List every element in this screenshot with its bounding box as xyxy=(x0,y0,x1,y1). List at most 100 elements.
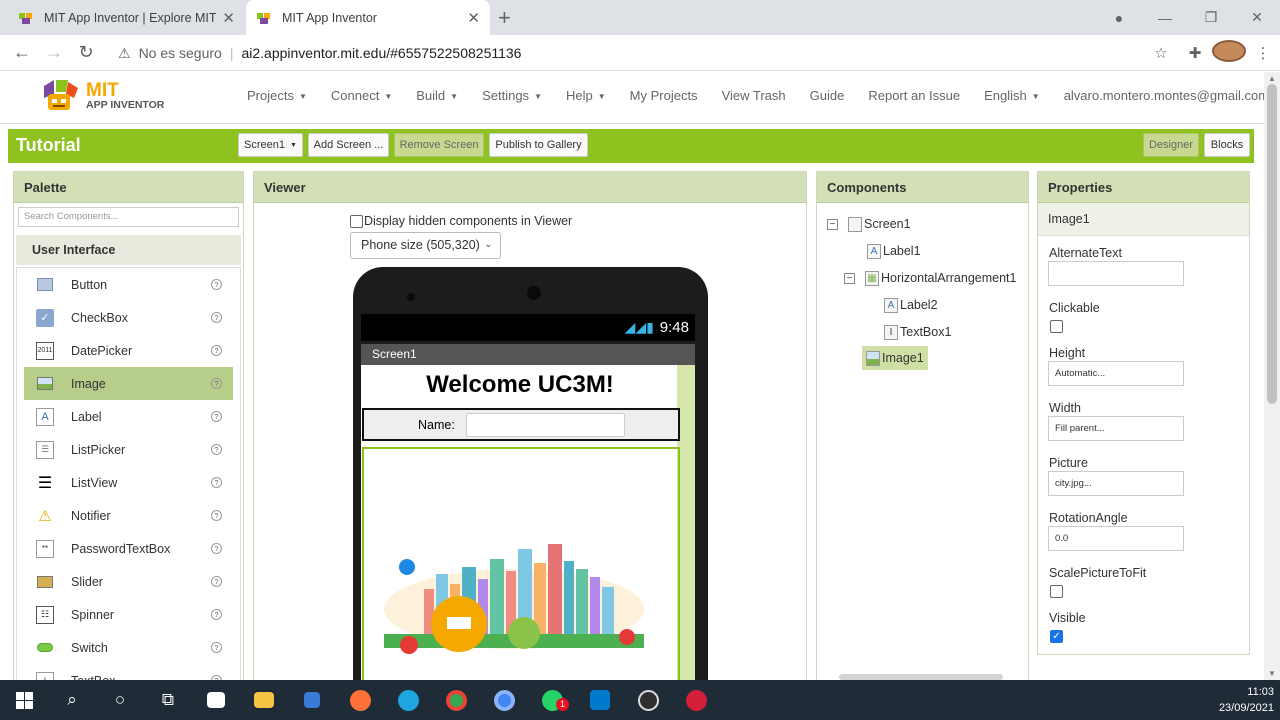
cortana-icon[interactable]: ○ xyxy=(96,680,144,720)
help-icon[interactable]: ? xyxy=(211,543,222,554)
tree-horizontalarrangement1[interactable]: − ▦ HorizontalArrangement1 xyxy=(844,267,1017,289)
palette-item-notifier[interactable]: ⚠ Notifier? xyxy=(24,499,233,532)
store-icon[interactable] xyxy=(192,680,240,720)
palette-item-slider[interactable]: Slider? xyxy=(24,565,233,598)
window-close-icon[interactable]: ✕ xyxy=(1234,9,1280,26)
palette-item-listview[interactable]: ☰ ListView? xyxy=(24,466,233,499)
help-icon[interactable]: ? xyxy=(211,444,222,455)
blocks-button[interactable]: Blocks xyxy=(1204,133,1250,157)
browser-menu-icon[interactable]: ⋮ xyxy=(1246,44,1280,62)
horizontal-arrangement[interactable]: Name: xyxy=(362,408,680,441)
phone-size-select[interactable]: Phone size (505,320) ⌄ xyxy=(350,232,501,259)
menu-build[interactable]: Build ▼ xyxy=(416,88,458,103)
browser-tab-appinventor[interactable]: MIT App Inventor ✕ xyxy=(246,0,490,35)
edge-icon[interactable] xyxy=(384,680,432,720)
palette-item-datepicker[interactable]: 2011 DatePicker? xyxy=(24,334,233,367)
firefox-icon[interactable] xyxy=(336,680,384,720)
obs-icon[interactable] xyxy=(624,680,672,720)
scroll-down-icon[interactable]: ▼ xyxy=(1268,669,1276,678)
scroll-up-icon[interactable]: ▲ xyxy=(1268,74,1276,83)
minimize-icon[interactable]: — xyxy=(1142,10,1188,26)
clickable-checkbox[interactable] xyxy=(1050,320,1063,333)
textbox1[interactable] xyxy=(466,413,625,437)
menu-settings[interactable]: Settings ▼ xyxy=(482,88,542,103)
menu-language[interactable]: English ▼ xyxy=(984,88,1040,103)
avatar[interactable] xyxy=(1212,40,1246,62)
profile-menu-icon[interactable]: ● xyxy=(1096,10,1142,26)
menu-my-projects[interactable]: My Projects xyxy=(630,88,698,103)
help-icon[interactable]: ? xyxy=(211,609,222,620)
palette-item-image[interactable]: Image? xyxy=(24,367,233,400)
scrollbar-thumb[interactable] xyxy=(1267,84,1277,404)
restore-icon[interactable]: ❐ xyxy=(1188,9,1234,26)
help-icon[interactable]: ? xyxy=(211,642,222,653)
screen-title-bar[interactable]: Screen1 xyxy=(361,344,695,365)
chrome-alt-icon[interactable] xyxy=(480,680,528,720)
menu-account[interactable]: alvaro.montero.montes@gmail.com▼ xyxy=(1064,88,1280,103)
menu-projects[interactable]: Projects ▼ xyxy=(247,88,307,103)
menu-connect[interactable]: Connect ▼ xyxy=(331,88,392,103)
height-input[interactable]: Automatic... xyxy=(1048,361,1184,386)
category-user-interface[interactable]: User Interface xyxy=(16,235,241,265)
remove-screen-button[interactable]: Remove Screen xyxy=(394,133,484,157)
palette-item-passwordtextbox[interactable]: ** PasswordTextBox? xyxy=(24,532,233,565)
vscode-icon[interactable] xyxy=(576,680,624,720)
mit-logo[interactable]: MIT APP INVENTOR xyxy=(38,76,164,116)
width-input[interactable]: Fill parent... xyxy=(1048,416,1184,441)
page-scrollbar[interactable]: ▲ ▼ xyxy=(1264,72,1280,680)
whatsapp-icon[interactable]: 1 xyxy=(528,680,576,720)
image1-component[interactable] xyxy=(362,447,680,697)
palette-item-label[interactable]: A Label? xyxy=(24,400,233,433)
system-clock[interactable]: 11:03 23/09/2021 xyxy=(1219,684,1274,716)
help-icon[interactable]: ? xyxy=(211,477,222,488)
picture-input[interactable]: city.jpg... xyxy=(1048,471,1184,496)
palette-item-button[interactable]: Button? xyxy=(24,268,233,301)
new-tab-icon[interactable]: + xyxy=(498,5,511,31)
forward-icon[interactable]: → xyxy=(38,42,70,63)
menu-help[interactable]: Help ▼ xyxy=(566,88,606,103)
designer-button[interactable]: Designer xyxy=(1143,133,1199,157)
screen-select-button[interactable]: Screen1 ▼ xyxy=(238,133,303,157)
help-icon[interactable]: ? xyxy=(211,345,222,356)
palette-item-listpicker[interactable]: ☰ ListPicker? xyxy=(24,433,233,466)
address-bar[interactable]: ⚠ No es seguro | ai2.appinventor.mit.edu… xyxy=(110,39,1170,67)
menu-view-trash[interactable]: View Trash xyxy=(722,88,786,103)
url-text[interactable]: ai2.appinventor.mit.edu/#655752250825113… xyxy=(241,45,521,61)
add-screen-button[interactable]: Add Screen ... xyxy=(308,133,389,157)
help-icon[interactable]: ? xyxy=(211,576,222,587)
search-icon[interactable]: ⌕ xyxy=(48,680,96,720)
back-icon[interactable]: ← xyxy=(6,42,38,63)
tree-label1[interactable]: A Label1 xyxy=(867,240,921,262)
red-app-icon[interactable] xyxy=(672,680,720,720)
palette-item-switch[interactable]: Switch? xyxy=(24,631,233,664)
help-icon[interactable]: ? xyxy=(211,378,222,389)
extensions-icon[interactable]: ✚ xyxy=(1178,44,1212,62)
search-components-input[interactable]: Search Components... xyxy=(18,207,239,227)
bookmark-star-icon[interactable]: ☆ xyxy=(1144,44,1178,62)
help-icon[interactable]: ? xyxy=(211,279,222,290)
label1-welcome[interactable]: Welcome UC3M! xyxy=(361,371,679,399)
display-hidden-checkbox[interactable]: Display hidden components in Viewer xyxy=(350,214,572,228)
label2-name[interactable]: Name: xyxy=(418,418,455,432)
scalepicturetofit-checkbox[interactable] xyxy=(1050,585,1063,598)
windows-start-icon[interactable] xyxy=(0,680,48,720)
help-icon[interactable]: ? xyxy=(211,411,222,422)
help-icon[interactable]: ? xyxy=(211,510,222,521)
visible-checkbox[interactable]: ✓ xyxy=(1050,630,1063,643)
close-tab-icon[interactable]: ✕ xyxy=(222,9,235,27)
file-explorer-icon[interactable] xyxy=(240,680,288,720)
alternatetext-input[interactable] xyxy=(1048,261,1184,286)
phone-screen[interactable]: Welcome UC3M! Name: xyxy=(361,365,695,697)
close-tab-icon[interactable]: ✕ xyxy=(467,9,480,27)
help-icon[interactable]: ? xyxy=(211,312,222,323)
chrome-icon[interactable] xyxy=(432,680,480,720)
tree-image1[interactable]: Image1 xyxy=(862,346,928,370)
collapse-icon[interactable]: − xyxy=(827,218,838,230)
tree-label2[interactable]: A Label2 xyxy=(884,294,938,316)
collapse-icon[interactable]: − xyxy=(844,272,855,284)
tree-textbox1[interactable]: I TextBox1 xyxy=(884,321,951,343)
palette-item-spinner[interactable]: ☷ Spinner? xyxy=(24,598,233,631)
tree-screen1[interactable]: − Screen1 xyxy=(827,213,911,235)
publish-gallery-button[interactable]: Publish to Gallery xyxy=(489,133,588,157)
task-view-icon[interactable]: ⧉ xyxy=(144,680,192,720)
